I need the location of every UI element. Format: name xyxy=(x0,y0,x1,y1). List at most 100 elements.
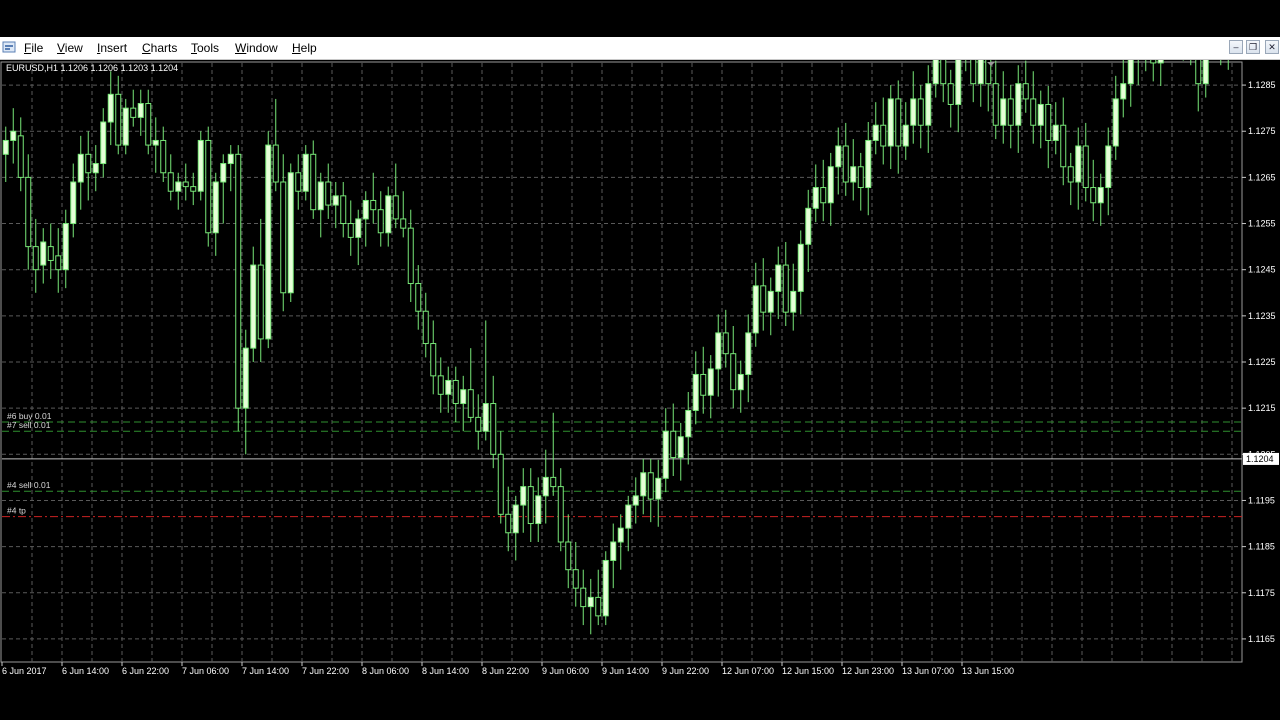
minimize-button[interactable]: – xyxy=(1229,40,1243,54)
candle xyxy=(85,131,92,201)
candle-body xyxy=(1015,83,1022,126)
candle-body xyxy=(265,144,272,340)
candle xyxy=(610,523,617,589)
candle-body xyxy=(422,310,429,345)
menu-view[interactable]: View xyxy=(57,40,83,56)
terminal-app-icon[interactable] xyxy=(2,40,16,54)
candle xyxy=(887,85,894,170)
candle-body xyxy=(767,290,774,313)
candle xyxy=(130,89,137,127)
candle-body xyxy=(62,223,69,271)
candle-body xyxy=(835,145,842,168)
candle xyxy=(452,366,459,422)
candle-body xyxy=(287,172,294,294)
candle-body xyxy=(842,145,849,183)
candle-body xyxy=(895,98,902,147)
menu-file[interactable]: File xyxy=(24,40,43,56)
candle xyxy=(362,191,369,247)
candle xyxy=(10,108,17,164)
candle xyxy=(662,408,669,493)
y-tick-label: 1.1225 xyxy=(1248,357,1276,367)
candle xyxy=(865,122,872,216)
menu-charts[interactable]: Charts xyxy=(142,40,177,56)
candle xyxy=(707,355,714,419)
candle-body xyxy=(400,218,407,229)
y-tick-label: 1.1285 xyxy=(1248,80,1276,90)
candle-body xyxy=(647,472,654,500)
menu-help[interactable]: Help xyxy=(292,40,317,56)
candle-body xyxy=(55,255,62,271)
x-tick-label: 8 Jun 14:00 xyxy=(422,666,469,676)
candle-body xyxy=(722,332,729,355)
candle-body xyxy=(220,163,227,183)
candle-body xyxy=(460,389,467,405)
candle xyxy=(602,551,609,626)
candle-body xyxy=(32,246,39,271)
candle-body xyxy=(775,264,782,292)
candle-body xyxy=(137,103,144,118)
candle-body xyxy=(2,139,9,155)
candle-body xyxy=(520,486,527,506)
candle xyxy=(62,209,69,289)
candle xyxy=(580,569,587,626)
candle-body xyxy=(595,596,602,617)
candle-body xyxy=(1052,124,1059,141)
candle xyxy=(40,228,47,284)
candle-body xyxy=(17,135,24,178)
candle-body xyxy=(212,181,219,234)
candle-body xyxy=(887,98,894,147)
candle xyxy=(107,71,114,146)
x-tick-label: 9 Jun 14:00 xyxy=(602,666,649,676)
candle xyxy=(272,98,279,192)
candle-body xyxy=(107,93,114,123)
x-tick-label: 12 Jun 23:00 xyxy=(842,666,894,676)
y-tick-label: 1.1185 xyxy=(1248,542,1275,552)
candle-body xyxy=(932,60,939,85)
order-line-label: #4 tp xyxy=(7,506,26,516)
candle xyxy=(1007,85,1014,149)
candle-body xyxy=(640,472,647,497)
candle-body xyxy=(272,144,279,183)
candle xyxy=(347,200,354,256)
candle xyxy=(527,468,534,542)
candle xyxy=(1022,60,1029,113)
candle-body xyxy=(280,181,287,294)
menu-bar: File View Insert Charts Tools Window Hel… xyxy=(0,37,1280,60)
candle-body xyxy=(550,476,557,488)
candle-body xyxy=(617,527,624,543)
candle-body xyxy=(512,504,519,534)
candle-body xyxy=(662,430,669,479)
menu-insert[interactable]: Insert xyxy=(97,40,127,56)
candle xyxy=(1112,75,1119,160)
candle xyxy=(182,163,189,201)
close-button[interactable]: ✕ xyxy=(1265,40,1279,54)
candle xyxy=(617,514,624,570)
candle xyxy=(475,394,482,450)
y-tick-label: 1.1265 xyxy=(1248,172,1276,182)
candle-body xyxy=(1105,145,1112,189)
candle xyxy=(77,135,84,210)
restore-button[interactable]: ❐ xyxy=(1246,40,1260,54)
candle-body xyxy=(1045,103,1052,141)
chart-window[interactable]: #6 buy 0.01 #7 sell 0.01 #4 sell 0.01 #4 tp… xyxy=(0,60,1280,678)
x-tick-label: 8 Jun 06:00 xyxy=(362,666,409,676)
candle-body xyxy=(242,347,249,409)
candle xyxy=(355,209,362,266)
candle xyxy=(1150,60,1157,82)
candle-body xyxy=(145,103,152,146)
candle-body xyxy=(572,569,579,589)
candle-body xyxy=(917,98,924,126)
candle xyxy=(790,263,797,331)
candle-body xyxy=(820,187,827,204)
menu-tools[interactable]: Tools xyxy=(191,40,219,56)
menu-window[interactable]: Window xyxy=(235,40,278,56)
candlestick-chart[interactable]: #6 buy 0.01#7 sell 0.01#4 sell 0.01#4 tp… xyxy=(0,60,1280,678)
candle xyxy=(175,172,182,210)
candle-body xyxy=(205,139,212,234)
candle-body xyxy=(475,416,482,432)
candle xyxy=(437,357,444,413)
candle xyxy=(1060,97,1067,186)
candle xyxy=(92,145,99,192)
candle-body xyxy=(1112,98,1119,147)
candle xyxy=(287,163,294,302)
